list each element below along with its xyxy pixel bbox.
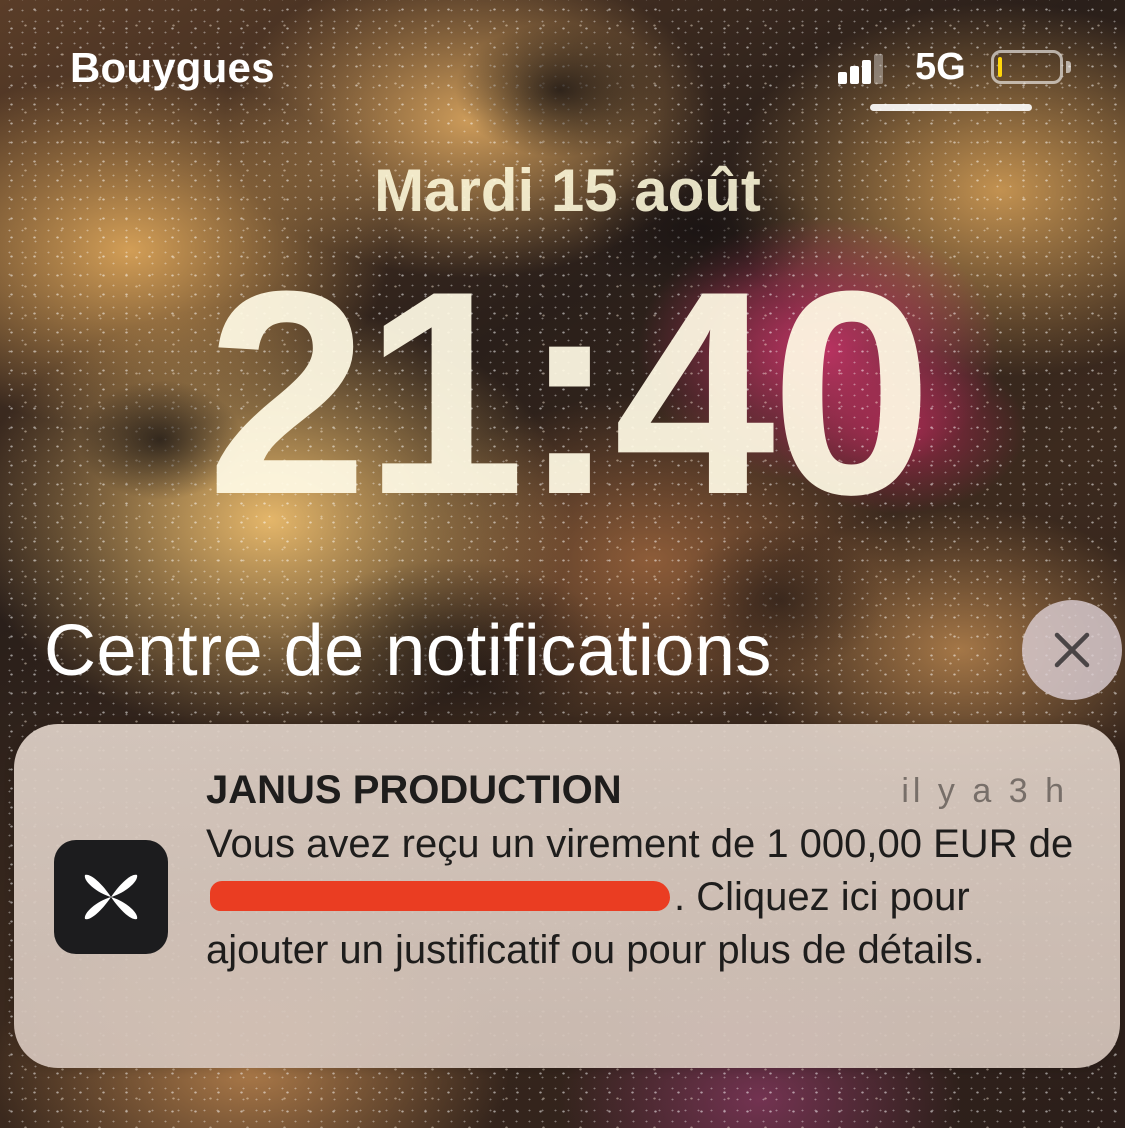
status-bar: Bouygues 5G (0, 0, 1125, 120)
network-type: 5G (915, 46, 966, 88)
lock-screen-date: Mardi 15 août (374, 157, 761, 224)
signal-bar (850, 66, 859, 84)
qonto-flower-icon (84, 874, 138, 920)
notification-body: Vous avez reçu un virement de 1 000,00 E… (206, 818, 1086, 977)
notification-timestamp: il y a 3 h (901, 772, 1068, 810)
carrier-name: Bouygues (70, 44, 275, 91)
lock-screen-time: 21:40 (206, 231, 933, 555)
signal-bar (838, 72, 847, 84)
app-icon (54, 840, 168, 954)
close-icon (1054, 632, 1090, 668)
notification-app-name: JANUS PRODUCTION (206, 768, 622, 812)
battery-tip (1066, 61, 1071, 73)
redaction-mark (210, 881, 670, 912)
battery-icon (991, 50, 1063, 84)
signal-bar (874, 54, 883, 84)
clear-notifications-button[interactable] (1022, 600, 1122, 700)
battery-level (998, 57, 1002, 77)
status-indicator-bar (870, 104, 1032, 111)
notification-card[interactable]: JANUS PRODUCTION il y a 3 h Vous avez re… (14, 724, 1120, 1068)
notification-body-text: Vous avez reçu un virement de 1 000,00 E… (206, 822, 1074, 866)
notification-center-title: Centre de notifications (44, 611, 772, 691)
signal-bar (862, 60, 871, 84)
cellular-signal-icon (838, 54, 884, 84)
